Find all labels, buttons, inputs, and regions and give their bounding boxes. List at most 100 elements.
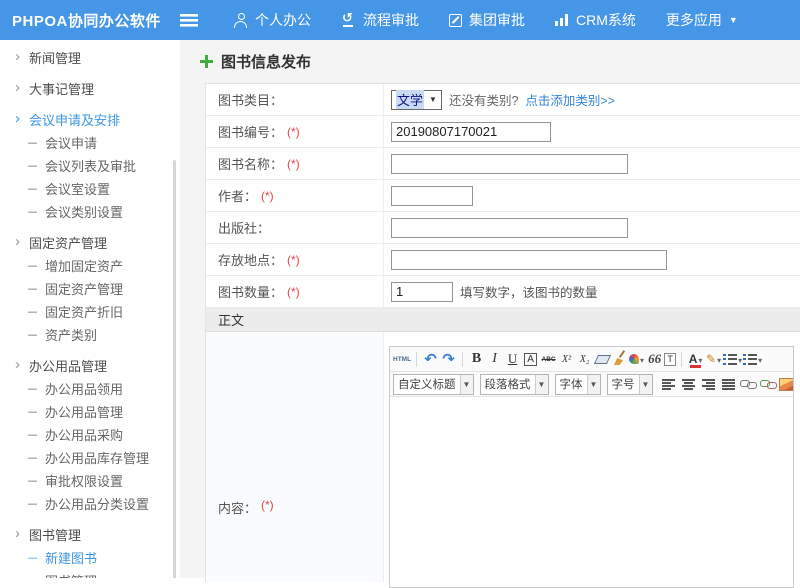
page-header: 图书信息发布 <box>180 40 800 83</box>
sidebar-group-5[interactable]: 图书管理 <box>0 523 180 546</box>
category-select[interactable]: 文学 ▼ <box>391 90 442 110</box>
sidebar-group-1[interactable]: 大事记管理 <box>0 77 180 100</box>
publisher-input[interactable] <box>391 218 628 238</box>
bar-chart-icon <box>555 14 569 26</box>
nav-more-apps[interactable]: 更多应用 ▼ <box>666 10 738 30</box>
page-title: 图书信息发布 <box>221 51 311 72</box>
paste-text-icon[interactable]: T <box>664 353 676 366</box>
toolbar-separator <box>416 352 417 367</box>
redo-icon[interactable]: ↷ <box>440 349 457 369</box>
chevron-down-icon: ▼ <box>639 375 652 394</box>
nav-label: 个人办公 <box>255 10 311 30</box>
sidebar-item-3-0[interactable]: 增加固定资产 <box>0 254 180 277</box>
toolbar-separator <box>681 352 682 367</box>
nav-crm-system[interactable]: CRM系统 <box>555 10 636 30</box>
editor-dropdown-0[interactable]: 自定义标题▼ <box>393 374 474 395</box>
superscript-icon[interactable]: X² <box>558 349 575 369</box>
strikethrough-icon[interactable]: ABC <box>540 349 557 369</box>
field-label: 图书名称： <box>218 154 283 173</box>
book-code-input[interactable] <box>391 122 551 142</box>
color-format-icon[interactable] <box>628 349 645 369</box>
quantity-input[interactable] <box>391 282 453 302</box>
nav-workflow-approval[interactable]: 流程审批 <box>341 10 419 30</box>
chevron-down-icon <box>697 352 702 366</box>
sidebar-item-4-2[interactable]: 办公用品采购 <box>0 423 180 446</box>
editor-dropdown-2[interactable]: 字体▼ <box>555 374 601 395</box>
sidebar-item-3-2[interactable]: 固定资产折旧 <box>0 300 180 323</box>
dropdown-label: 字号 <box>608 376 639 392</box>
sidebar-item-5-1[interactable]: 图书管理 <box>0 569 180 578</box>
sidebar-item-2-2[interactable]: 会议室设置 <box>0 177 180 200</box>
plus-icon <box>200 55 213 68</box>
sidebar-item-3-1[interactable]: 固定资产管理 <box>0 277 180 300</box>
sidebar-group-0[interactable]: 新闻管理 <box>0 46 180 69</box>
sidebar-group-3[interactable]: 固定资产管理 <box>0 231 180 254</box>
editor-content-area[interactable] <box>390 397 793 587</box>
editor-toolbar-row2: 自定义标题▼段落格式▼字体▼字号▼ <box>390 372 793 397</box>
clean-format-icon[interactable] <box>612 349 627 369</box>
section-header: 正文 <box>206 308 800 332</box>
italic-icon[interactable]: I <box>486 349 503 369</box>
sidebar-scrollbar[interactable] <box>173 160 176 578</box>
chevron-down-icon: ▼ <box>429 95 437 104</box>
chevron-down-icon <box>716 352 721 366</box>
nav-group-approval[interactable]: 集团审批 <box>449 10 525 30</box>
form-row-content: 内容： (*) HTML↶↷BIUAABCX²X₂66TA✎ 自定义标题▼段落格… <box>206 332 800 582</box>
align-left-icon[interactable] <box>659 374 678 394</box>
fontname-icon[interactable]: A <box>524 353 537 366</box>
sidebar-item-2-1[interactable]: 会议列表及审批 <box>0 154 180 177</box>
bold-icon[interactable]: B <box>468 349 485 369</box>
eraser-icon[interactable] <box>594 349 611 369</box>
sidebar-menu: 新闻管理大事记管理会议申请及安排会议申请会议列表及审批会议室设置会议类别设置固定… <box>0 46 180 578</box>
sidebar-item-4-5[interactable]: 办公用品分类设置 <box>0 492 180 515</box>
book-form: 图书类目： 文学 ▼ 还没有类别? 点击添加类别>> 图书编号： (*) <box>205 83 800 582</box>
sidebar-item-2-0[interactable]: 会议申请 <box>0 131 180 154</box>
category-hint: 还没有类别? <box>449 90 518 109</box>
editor-dropdown-1[interactable]: 段落格式▼ <box>480 374 549 395</box>
undo-icon[interactable]: ↶ <box>422 349 439 369</box>
sidebar-item-4-4[interactable]: 审批权限设置 <box>0 469 180 492</box>
nav-label: CRM系统 <box>576 10 636 30</box>
author-input[interactable] <box>391 186 473 206</box>
forecolor-icon[interactable]: A <box>687 349 704 369</box>
rich-text-editor: HTML↶↷BIUAABCX²X₂66TA✎ 自定义标题▼段落格式▼字体▼字号▼ <box>389 346 794 588</box>
sidebar-group-2[interactable]: 会议申请及安排 <box>0 108 180 131</box>
align-center-icon[interactable] <box>679 374 698 394</box>
form-row-quantity: 图书数量： (*) 填写数字，该图书的数量 <box>206 276 800 308</box>
align-justify-icon[interactable] <box>719 374 738 394</box>
toolbar-separator <box>462 352 463 367</box>
nav-personal-office[interactable]: 个人办公 <box>234 10 311 30</box>
sidebar-item-4-1[interactable]: 办公用品管理 <box>0 400 180 423</box>
nav-label: 流程审批 <box>363 10 419 30</box>
ordered-list-icon[interactable] <box>723 349 742 369</box>
form-row-category: 图书类目： 文学 ▼ 还没有类别? 点击添加类别>> <box>206 84 800 116</box>
hilite-icon[interactable]: ✎ <box>705 349 722 369</box>
link-icon[interactable] <box>739 374 758 394</box>
blockquote-icon[interactable]: 66 <box>646 349 663 369</box>
menu-icon[interactable] <box>180 14 198 27</box>
book-name-input[interactable] <box>391 154 628 174</box>
align-right-icon[interactable] <box>699 374 718 394</box>
image-icon[interactable] <box>779 374 794 394</box>
required-mark: (*) <box>261 498 274 512</box>
sidebar-item-4-0[interactable]: 办公用品领用 <box>0 377 180 400</box>
location-input[interactable] <box>391 250 667 270</box>
field-label: 存放地点： <box>218 250 283 269</box>
underline-icon[interactable]: U <box>504 349 521 369</box>
unordered-list-icon[interactable] <box>743 349 762 369</box>
unlink-icon[interactable] <box>759 374 778 394</box>
sidebar-item-4-3[interactable]: 办公用品库存管理 <box>0 446 180 469</box>
source-icon[interactable]: HTML <box>393 349 411 369</box>
dropdown-label: 自定义标题 <box>394 376 460 392</box>
chevron-down-icon <box>757 352 762 366</box>
add-category-link[interactable]: 点击添加类别>> <box>525 90 615 109</box>
sidebar-item-2-3[interactable]: 会议类别设置 <box>0 200 180 223</box>
sidebar-item-5-0[interactable]: 新建图书 <box>0 546 180 569</box>
chevron-down-icon: ▼ <box>535 375 548 394</box>
subscript-icon[interactable]: X₂ <box>576 349 593 369</box>
editor-dropdown-3[interactable]: 字号▼ <box>607 374 653 395</box>
field-label: 出版社： <box>218 218 270 237</box>
sidebar-group-4[interactable]: 办公用品管理 <box>0 354 180 377</box>
form-row-publisher: 出版社： <box>206 212 800 244</box>
sidebar-item-3-3[interactable]: 资产类别 <box>0 323 180 346</box>
